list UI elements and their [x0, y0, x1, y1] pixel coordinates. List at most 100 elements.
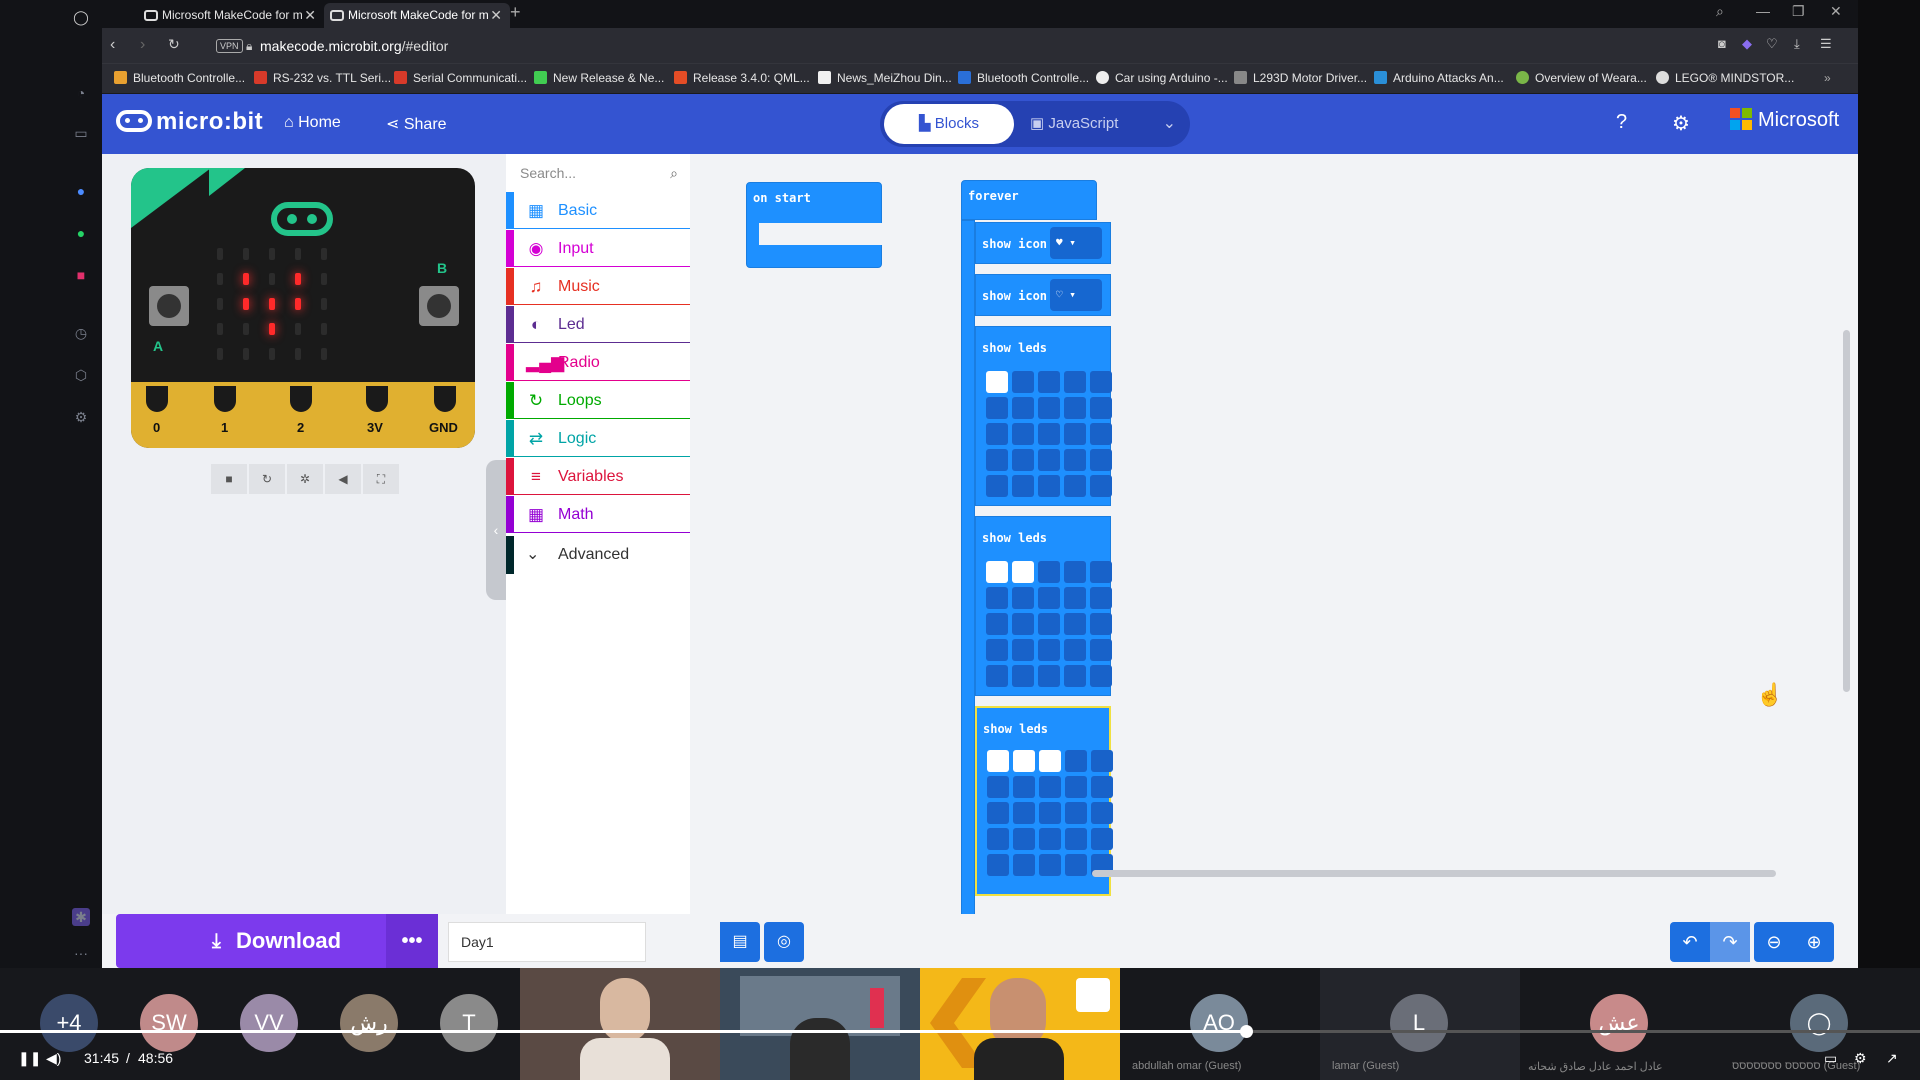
minimize-icon[interactable]: —: [1756, 3, 1770, 19]
category-music[interactable]: ♫ Music: [506, 268, 690, 305]
led-cell[interactable]: [1038, 639, 1060, 661]
vpn-badge[interactable]: VPN: [216, 39, 243, 53]
category-logic[interactable]: ⇄ Logic: [506, 420, 690, 457]
led-cell[interactable]: [986, 665, 1008, 687]
led-cell[interactable]: [1038, 613, 1060, 635]
package-icon[interactable]: ⬡: [72, 366, 90, 384]
show-icon-block[interactable]: show icon ♥ ▾: [975, 222, 1111, 264]
led-cell[interactable]: [1039, 802, 1061, 824]
led-cell[interactable]: [986, 449, 1008, 471]
category-loops[interactable]: ↻ Loops: [506, 382, 690, 419]
redo-icon[interactable]: ↷: [1710, 922, 1750, 962]
led-cell[interactable]: [1012, 475, 1034, 497]
reload-icon[interactable]: ↻: [168, 36, 180, 53]
show-leds-block[interactable]: show leds: [975, 326, 1112, 506]
show-leds-block[interactable]: show leds: [975, 516, 1112, 696]
microbit-logo[interactable]: micro:bit: [116, 108, 263, 136]
led-grid[interactable]: [987, 750, 1113, 876]
bookmark-item[interactable]: Car using Arduino -...: [1096, 71, 1228, 85]
bookmark-item[interactable]: Bluetooth Controlle...: [114, 71, 245, 85]
led-cell[interactable]: [986, 639, 1008, 661]
led-cell[interactable]: [1091, 802, 1113, 824]
messenger-icon[interactable]: ●: [72, 182, 90, 200]
pin-1[interactable]: [210, 382, 240, 416]
led-cell[interactable]: [1065, 854, 1087, 876]
on-start-block[interactable]: on start: [746, 182, 883, 268]
bookmark-item[interactable]: L293D Motor Driver...: [1234, 71, 1367, 85]
extension-icon[interactable]: ✱: [72, 908, 90, 926]
icon-dropdown[interactable]: ♥ ▾: [1050, 227, 1102, 259]
led-cell[interactable]: [1012, 587, 1034, 609]
blocks-tab[interactable]: ▙ Blocks: [884, 104, 1014, 144]
opera-logo-icon[interactable]: ◯: [72, 8, 90, 26]
led-cell[interactable]: [1038, 371, 1060, 393]
microsoft-logo[interactable]: Microsoft: [1730, 108, 1839, 132]
back-icon[interactable]: ‹: [110, 36, 115, 54]
button-a[interactable]: [149, 286, 189, 326]
pin-0[interactable]: [142, 382, 172, 416]
pin-gnd[interactable]: [430, 382, 460, 416]
bookmark-item[interactable]: Release 3.4.0: QML...: [674, 71, 810, 85]
restart-icon[interactable]: ↻: [249, 464, 285, 494]
led-cell[interactable]: [1090, 587, 1112, 609]
bookmark-item[interactable]: Bluetooth Controlle...: [958, 71, 1089, 85]
history-icon[interactable]: ◷: [72, 324, 90, 342]
search-input[interactable]: Search... ⌕: [514, 154, 690, 192]
home-button[interactable]: ⌂ Home: [284, 114, 341, 132]
category-advanced[interactable]: ⌄ Advanced: [506, 536, 690, 574]
save-icon[interactable]: ▤: [720, 922, 760, 962]
restore-icon[interactable]: ❐: [1792, 3, 1805, 20]
led-cell[interactable]: [1090, 561, 1112, 583]
led-cell[interactable]: [986, 613, 1008, 635]
close-icon[interactable]: ✕: [304, 3, 316, 28]
led-cell[interactable]: [987, 828, 1009, 850]
more-icon[interactable]: ···: [72, 944, 90, 962]
led-cell[interactable]: [1038, 665, 1060, 687]
bookmark-item[interactable]: New Release & Ne...: [534, 71, 664, 85]
led-cell[interactable]: [1064, 475, 1086, 497]
heart-icon[interactable]: ♡: [1766, 36, 1778, 52]
bookmark-item[interactable]: Serial Communicati...: [394, 71, 527, 85]
led-cell[interactable]: [1038, 423, 1060, 445]
led-cell[interactable]: [1013, 750, 1035, 772]
whatsapp-icon[interactable]: ●: [72, 224, 90, 242]
led-cell[interactable]: [987, 802, 1009, 824]
share-button[interactable]: ⋖ Share: [386, 114, 447, 134]
led-cell[interactable]: [1012, 371, 1034, 393]
download-icon[interactable]: ⤓: [1794, 36, 1800, 52]
led-cell[interactable]: [1090, 639, 1112, 661]
led-cell[interactable]: [1013, 854, 1035, 876]
led-cell[interactable]: [1064, 587, 1086, 609]
forward-icon[interactable]: ›: [140, 36, 145, 54]
settings-icon[interactable]: ⚙: [1854, 1050, 1867, 1067]
tab-makecode-2[interactable]: Microsoft MakeCode for m ✕: [324, 3, 510, 28]
bookmark-item[interactable]: Arduino Attacks An...: [1374, 71, 1504, 85]
category-math[interactable]: ▦ Math: [506, 496, 690, 533]
led-cell[interactable]: [1090, 371, 1112, 393]
led-cell[interactable]: [1038, 561, 1060, 583]
language-dropdown-icon[interactable]: ⌄: [1163, 101, 1176, 147]
button-b[interactable]: [419, 286, 459, 326]
settings-icon[interactable]: ⚙: [72, 408, 90, 426]
github-icon[interactable]: ◎: [764, 922, 804, 962]
led-cell[interactable]: [1064, 371, 1086, 393]
settings-gear-icon[interactable]: ⚙: [1672, 111, 1690, 136]
led-cell[interactable]: [1039, 828, 1061, 850]
led-cell[interactable]: [1065, 828, 1087, 850]
led-cell[interactable]: [986, 561, 1008, 583]
pin-2[interactable]: [286, 382, 316, 416]
led-cell[interactable]: [1012, 613, 1034, 635]
search-icon[interactable]: ⌕: [1716, 3, 1724, 20]
debug-icon[interactable]: ✲: [287, 464, 323, 494]
close-icon[interactable]: ✕: [490, 3, 502, 28]
led-cell[interactable]: [1013, 776, 1035, 798]
led-cell[interactable]: [1012, 397, 1034, 419]
show-icon-block[interactable]: show icon ♡ ▾: [975, 274, 1111, 316]
download-more-button[interactable]: •••: [386, 914, 438, 968]
zoom-in-icon[interactable]: ⊕: [1794, 922, 1834, 962]
shopping-icon[interactable]: ▭: [72, 124, 90, 142]
led-cell[interactable]: [1090, 613, 1112, 635]
led-cell[interactable]: [1038, 475, 1060, 497]
help-icon[interactable]: ?: [1616, 111, 1627, 134]
led-cell[interactable]: [1065, 750, 1087, 772]
